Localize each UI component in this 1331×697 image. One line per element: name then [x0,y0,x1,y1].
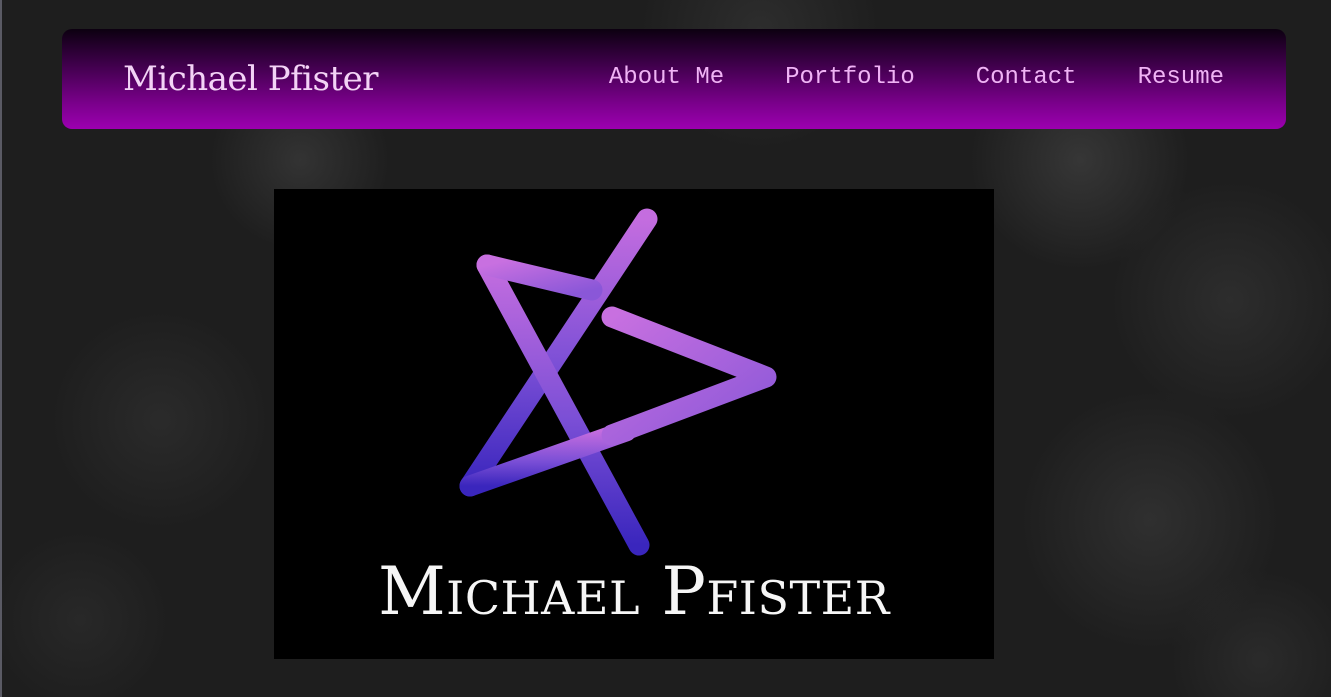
nav-portfolio[interactable]: Portfolio [785,65,915,91]
logo-wordmark: Michael Pfister [378,553,890,630]
hero-logo-image: Michael Pfister [274,189,994,659]
nav-links: About Me Portfolio Contact Resume [609,65,1224,91]
window-edge [0,0,2,697]
nav-about-me[interactable]: About Me [609,65,724,91]
brand-link[interactable]: Michael Pfister [123,57,379,101]
nav-resume[interactable]: Resume [1138,65,1224,91]
navbar: Michael Pfister About Me Portfolio Conta… [62,29,1286,129]
nav-contact[interactable]: Contact [976,65,1077,91]
